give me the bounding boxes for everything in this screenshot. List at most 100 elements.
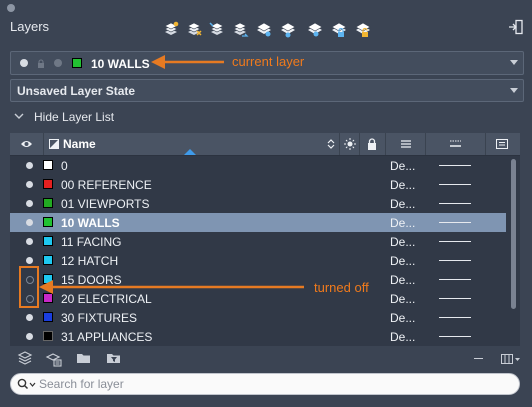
visibility-dot-icon[interactable] <box>26 314 33 321</box>
layer-previous-icon[interactable] <box>231 21 249 39</box>
search-icon[interactable] <box>17 378 41 391</box>
column-linetype[interactable] <box>386 133 426 155</box>
lineweight-sample[interactable] <box>439 298 471 299</box>
layer-linetype[interactable]: De... <box>390 197 415 211</box>
layer-linetype[interactable]: De... <box>390 273 415 287</box>
lineweight-sample[interactable] <box>439 165 471 166</box>
freeze-dot-icon <box>54 59 62 67</box>
layer-state-label: Unsaved Layer State <box>17 84 136 98</box>
layer-linetype[interactable]: De... <box>390 254 415 268</box>
lineweight-sample[interactable] <box>439 203 471 204</box>
layer-color-swatch[interactable] <box>43 160 53 170</box>
layer-name: 0 <box>61 159 68 173</box>
column-name-label: Name <box>63 137 96 151</box>
panel-grip[interactable] <box>7 4 15 12</box>
layer-linetype[interactable]: De... <box>390 159 415 173</box>
column-lineweight[interactable] <box>426 133 486 155</box>
layer-name: 31 APPLIANCES <box>61 330 153 344</box>
resize-caret-icon <box>184 149 196 155</box>
layer-color-swatch[interactable] <box>43 331 53 341</box>
current-layer-arrow-icon <box>151 55 224 69</box>
chevron-down-icon[interactable] <box>14 112 24 120</box>
column-name[interactable]: Name <box>44 133 340 155</box>
new-layer-icon[interactable] <box>162 21 180 39</box>
collapse-icon[interactable] <box>474 358 483 359</box>
layer-name: 30 FIXTURES <box>61 311 138 325</box>
layer-freeze-icon[interactable] <box>306 21 324 39</box>
visibility-dot-icon[interactable] <box>26 333 33 340</box>
layer-lock-icon[interactable] <box>330 21 348 39</box>
lock-icon <box>368 138 376 150</box>
column-settings-icon[interactable] <box>501 353 521 365</box>
dock-panel-icon[interactable] <box>508 19 524 35</box>
layer-state-dropdown[interactable]: Unsaved Layer State <box>10 79 524 102</box>
lineweight-icon <box>450 140 461 147</box>
lineweight-sample[interactable] <box>439 317 471 318</box>
lineweight-sample[interactable] <box>439 241 471 242</box>
column-lock[interactable] <box>360 133 386 155</box>
layer-match-icon[interactable] <box>208 21 226 39</box>
plot-style-icon <box>496 139 508 149</box>
chevron-down-icon <box>510 60 518 65</box>
table-row[interactable]: 30 FIXTURES De... <box>10 308 506 327</box>
layer-color-swatch[interactable] <box>43 236 53 246</box>
turned-off-arrow-icon <box>39 280 304 294</box>
layer-isolate-icon[interactable] <box>255 21 273 39</box>
layer-linetype[interactable]: De... <box>390 311 415 325</box>
visibility-dot-icon[interactable] <box>26 219 33 226</box>
sort-icon <box>327 139 335 149</box>
lineweight-sample[interactable] <box>439 260 471 261</box>
hide-layer-list-toggle[interactable]: Hide Layer List <box>34 110 114 124</box>
visibility-dot-icon[interactable] <box>26 200 33 207</box>
column-plot-style[interactable] <box>486 133 520 155</box>
lineweight-sample[interactable] <box>439 336 471 337</box>
layer-unisolate-icon[interactable] <box>279 21 297 39</box>
table-row-selected[interactable]: 10 WALLS De... <box>10 213 506 232</box>
table-row[interactable]: 11 FACING De... <box>10 232 506 251</box>
group-filter-folder-icon[interactable] <box>106 351 124 367</box>
lineweight-sample[interactable] <box>439 222 471 223</box>
layer-linetype[interactable]: De... <box>390 216 415 230</box>
layer-linetype[interactable]: De... <box>390 292 415 306</box>
layer-table: Name 0 De... 00 REFERENCE De... 01 VIEWP… <box>10 133 520 346</box>
visibility-dot-icon <box>20 59 28 67</box>
layer-linetype[interactable]: De... <box>390 330 415 344</box>
layer-settings-icon[interactable] <box>45 351 63 367</box>
visibility-dot-icon[interactable] <box>26 162 33 169</box>
table-row[interactable]: 0 De... <box>10 156 506 175</box>
lineweight-sample[interactable] <box>439 184 471 185</box>
table-row[interactable]: 00 REFERENCE De... <box>10 175 506 194</box>
sun-icon <box>344 138 356 150</box>
visibility-dot-icon[interactable] <box>26 181 33 188</box>
search-box[interactable] <box>10 373 520 395</box>
layer-name: 10 WALLS <box>61 216 120 230</box>
layer-color-swatch[interactable] <box>43 217 53 227</box>
linetype-icon <box>401 140 411 148</box>
layer-color-swatch[interactable] <box>43 312 53 322</box>
visibility-dot-icon[interactable] <box>26 238 33 245</box>
current-layer-color-swatch <box>72 58 82 68</box>
layer-linetype[interactable]: De... <box>390 178 415 192</box>
table-row[interactable]: 31 APPLIANCES De... <box>10 327 506 346</box>
visibility-dot-icon[interactable] <box>26 257 33 264</box>
current-layer-annotation: current layer <box>232 54 305 69</box>
layer-unlock-icon[interactable] <box>354 21 372 39</box>
column-freeze[interactable] <box>340 133 360 155</box>
color-column-icon <box>49 139 59 149</box>
layer-color-swatch[interactable] <box>43 198 53 208</box>
new-layer-vp-frozen-icon[interactable] <box>185 21 203 39</box>
layer-linetype[interactable]: De... <box>390 235 415 249</box>
turned-off-highlight-box <box>19 266 39 308</box>
open-folder-icon[interactable] <box>76 351 94 367</box>
lineweight-sample[interactable] <box>439 279 471 280</box>
layer-properties-icon[interactable] <box>17 351 35 367</box>
layer-color-swatch[interactable] <box>43 255 53 265</box>
layer-color-swatch[interactable] <box>43 179 53 189</box>
table-row[interactable]: 01 VIEWPORTS De... <box>10 194 506 213</box>
layer-name: 00 REFERENCE <box>61 178 152 192</box>
scrollbar-thumb[interactable] <box>511 159 516 309</box>
table-row[interactable]: 12 HATCH De... <box>10 251 506 270</box>
column-visibility[interactable] <box>10 133 44 155</box>
layer-name: 12 HATCH <box>61 254 119 268</box>
search-input[interactable] <box>39 376 499 392</box>
